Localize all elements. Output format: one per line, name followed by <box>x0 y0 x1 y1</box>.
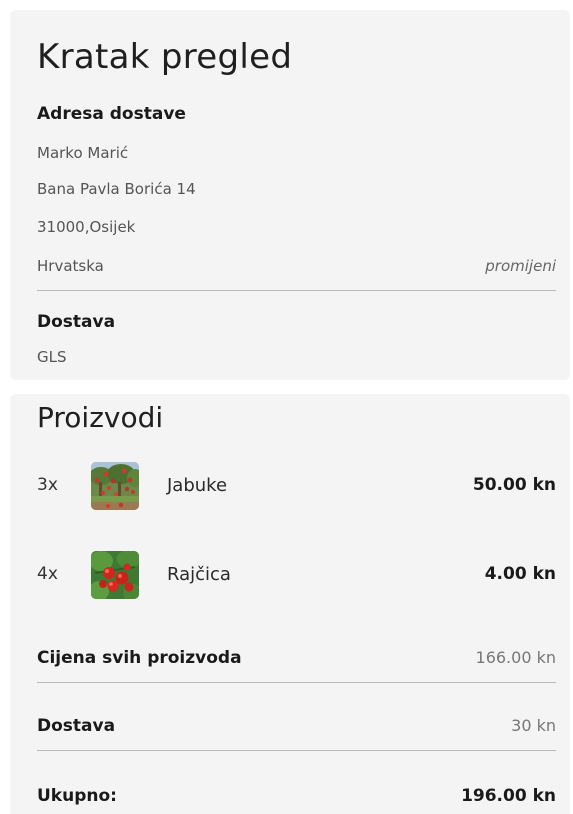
subtotal-row: Cijena svih proizvoda 166.00 kn <box>37 650 556 672</box>
shipping-divider <box>37 750 556 751</box>
shipping-row: Dostava 30 kn <box>37 718 556 740</box>
product-quantity: 4x <box>37 564 58 584</box>
tomatoes-photo-icon <box>91 551 139 599</box>
delivery-method: GLS <box>37 348 67 366</box>
product-price: 4.00 kn <box>484 564 556 584</box>
total-row: Ukupno: 196.00 kn <box>37 788 556 810</box>
total-value: 196.00 kn <box>461 786 556 806</box>
product-name: Rajčica <box>167 564 231 585</box>
address-divider <box>37 290 556 291</box>
products-card: Proizvodi 3x Jabuke 50.00 kn 4x Rajčica … <box>10 394 570 814</box>
delivery-heading: Dostava <box>37 312 116 332</box>
address-heading: Adresa dostave <box>37 104 186 124</box>
products-title: Proizvodi <box>37 401 164 434</box>
product-name: Jabuke <box>167 475 228 496</box>
address-name: Marko Marić <box>37 144 129 162</box>
subtotal-value: 166.00 kn <box>475 648 556 667</box>
address-country: Hrvatska <box>37 257 104 275</box>
order-summary-card: Kratak pregled Adresa dostave Marko Mari… <box>10 10 570 380</box>
change-address-link[interactable]: promijeni <box>485 259 556 274</box>
subtotal-divider <box>37 682 556 683</box>
address-city: 31000,Osijek <box>37 218 136 236</box>
product-row: 4x Rajčica 4.00 kn <box>37 551 556 601</box>
product-price: 50.00 kn <box>472 475 556 495</box>
subtotal-label: Cijena svih proizvoda <box>37 648 242 668</box>
product-row: 3x Jabuke 50.00 kn <box>37 462 556 512</box>
address-street: Bana Pavla Borića 14 <box>37 180 196 198</box>
total-label: Ukupno: <box>37 786 117 806</box>
shipping-value: 30 kn <box>511 716 556 735</box>
product-quantity: 3x <box>37 475 58 495</box>
shipping-label: Dostava <box>37 716 116 736</box>
apples-photo-icon <box>91 462 139 510</box>
summary-title: Kratak pregled <box>37 37 293 77</box>
